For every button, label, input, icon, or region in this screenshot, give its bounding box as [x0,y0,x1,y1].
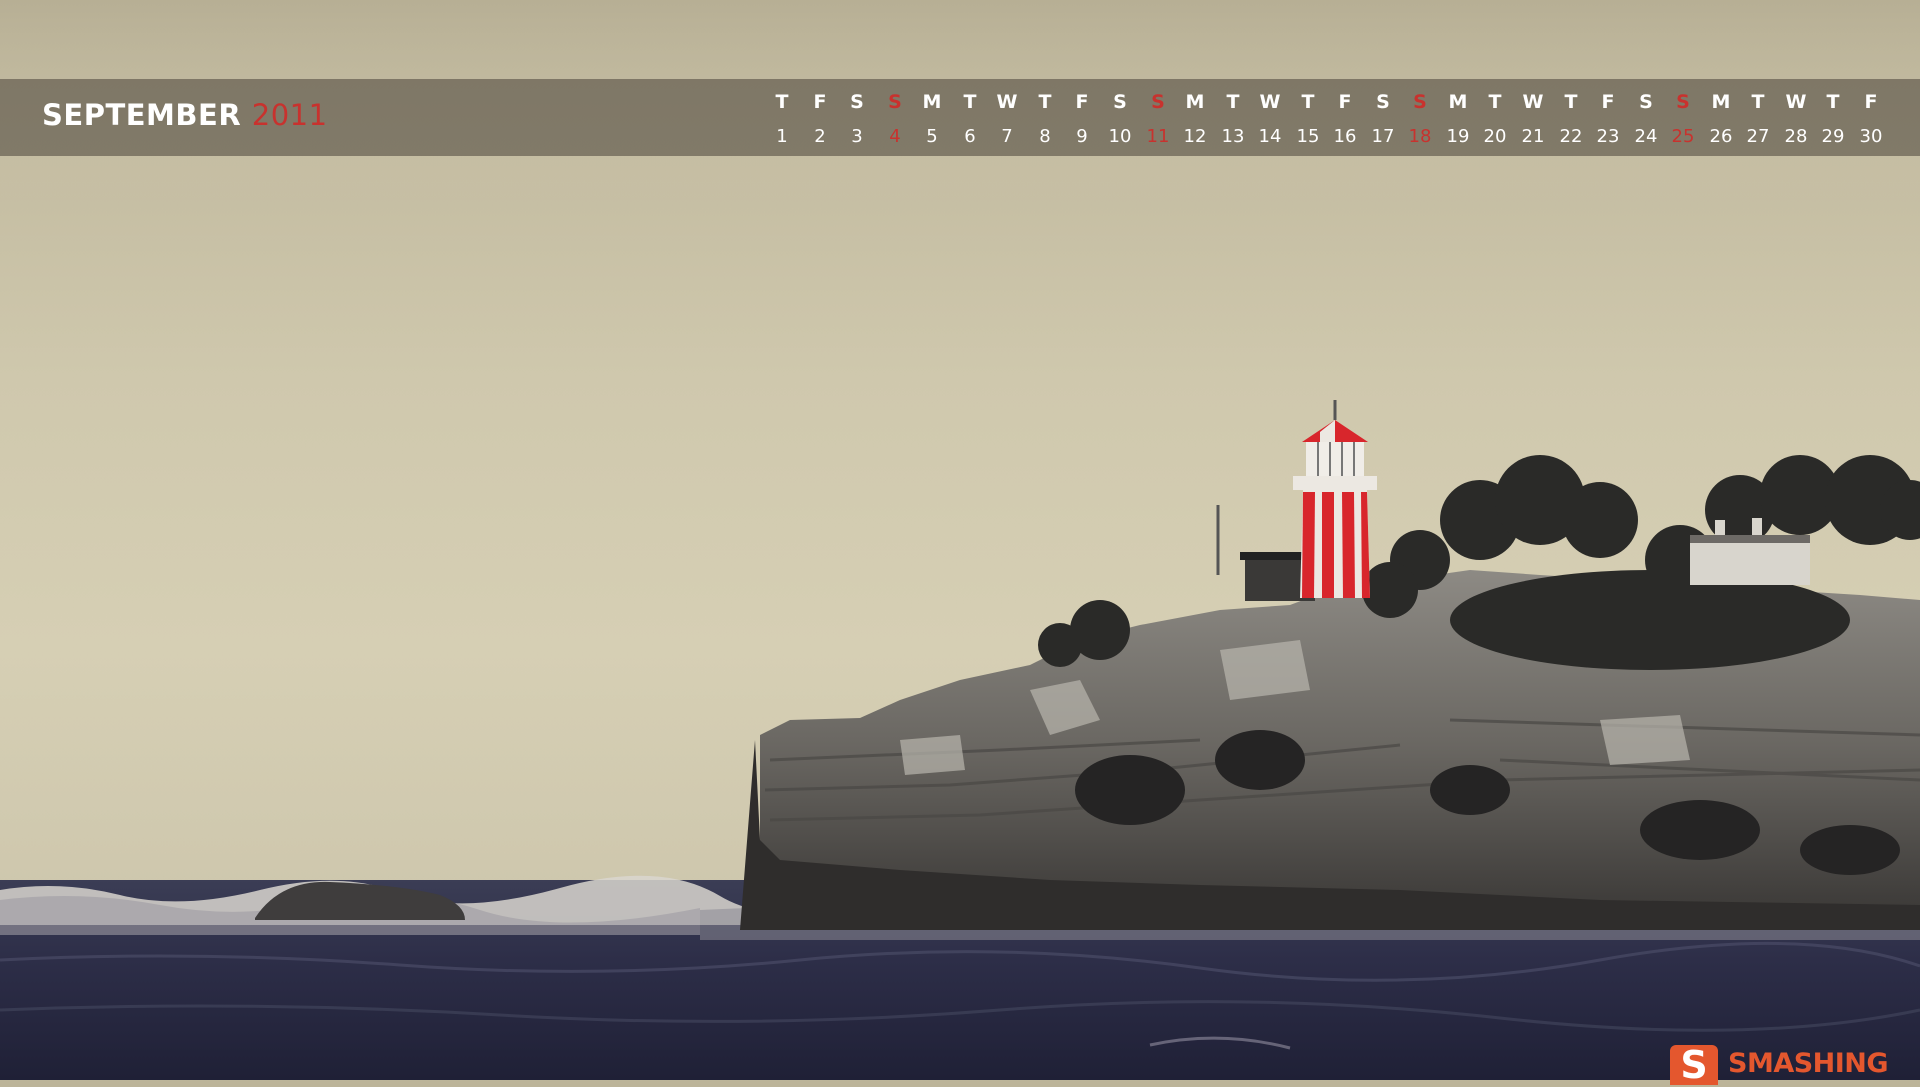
weekday-letter: T [1751,91,1765,113]
weekday-letter: W [1785,91,1807,113]
day-number: 19 [1446,126,1470,147]
weekday-letter: T [1488,91,1502,113]
day-number: 20 [1483,126,1507,147]
weekday-letter: S [888,91,902,113]
day-number: 22 [1559,126,1583,147]
weekday-letter: S [850,91,864,113]
day-number: 9 [1076,126,1088,147]
weekday-letter: S [1413,91,1427,113]
weekday-letter: T [1564,91,1578,113]
weekday-letter: T [1301,91,1315,113]
day-number: 14 [1258,126,1282,147]
day-number: 25 [1671,126,1695,147]
day-number: 4 [889,126,901,147]
day-number: 10 [1108,126,1132,147]
day-number: 15 [1296,126,1320,147]
weekday-letter: S [1676,91,1690,113]
day-number: 7 [1001,126,1013,147]
weekday-letter: M [922,91,942,113]
weekday-letter: W [1259,91,1281,113]
weekday-letter: T [1226,91,1240,113]
smashing-logo: S SMASHING [1670,1040,1889,1087]
day-number: 18 [1408,126,1432,147]
day-number: 16 [1333,126,1357,147]
smashing-logo-text: SMASHING [1728,1048,1889,1079]
day-number: 11 [1146,126,1170,147]
day-number: 5 [926,126,938,147]
weekday-letter: F [813,91,827,113]
weekday-letter: W [996,91,1018,113]
weekday-letter: S [1639,91,1653,113]
day-number: 24 [1634,126,1658,147]
day-number: 23 [1596,126,1620,147]
day-number: 13 [1221,126,1245,147]
weekday-letter: F [1338,91,1352,113]
day-number: 2 [814,126,826,147]
weekday-letter: F [1075,91,1089,113]
weekday-letter: F [1601,91,1615,113]
day-number: 29 [1821,126,1845,147]
weekday-letter: S [1376,91,1390,113]
day-number: 6 [964,126,976,147]
weekday-letter: T [1826,91,1840,113]
wallpaper-photo [0,0,1920,1080]
day-number: 3 [851,126,863,147]
smashing-logo-letter: S [1680,1043,1708,1087]
day-number: 30 [1859,126,1883,147]
month-title: SEPTEMBER 2011 [42,98,328,138]
weekday-letter: M [1711,91,1731,113]
day-number: 8 [1039,126,1051,147]
weekday-letter: M [1448,91,1468,113]
weekday-letter: T [1038,91,1052,113]
weekday-letter: S [1113,91,1127,113]
day-number: 27 [1746,126,1770,147]
day-number: 28 [1784,126,1808,147]
day-number: 12 [1183,126,1207,147]
year-label: 2011 [251,98,328,132]
day-number: 17 [1371,126,1395,147]
weekday-letter: F [1864,91,1878,113]
weekday-letter: T [963,91,977,113]
weekday-letter: M [1185,91,1205,113]
weekday-letter: W [1522,91,1544,113]
lighthouse-icon [1216,400,1377,601]
smashing-logo-mark: S [1670,1043,1718,1087]
day-number: 1 [776,126,788,147]
month-name: SEPTEMBER [42,98,242,132]
weekday-letter: S [1151,91,1165,113]
weekday-letter: T [775,91,789,113]
day-number: 26 [1709,126,1733,147]
day-number: 21 [1521,126,1545,147]
